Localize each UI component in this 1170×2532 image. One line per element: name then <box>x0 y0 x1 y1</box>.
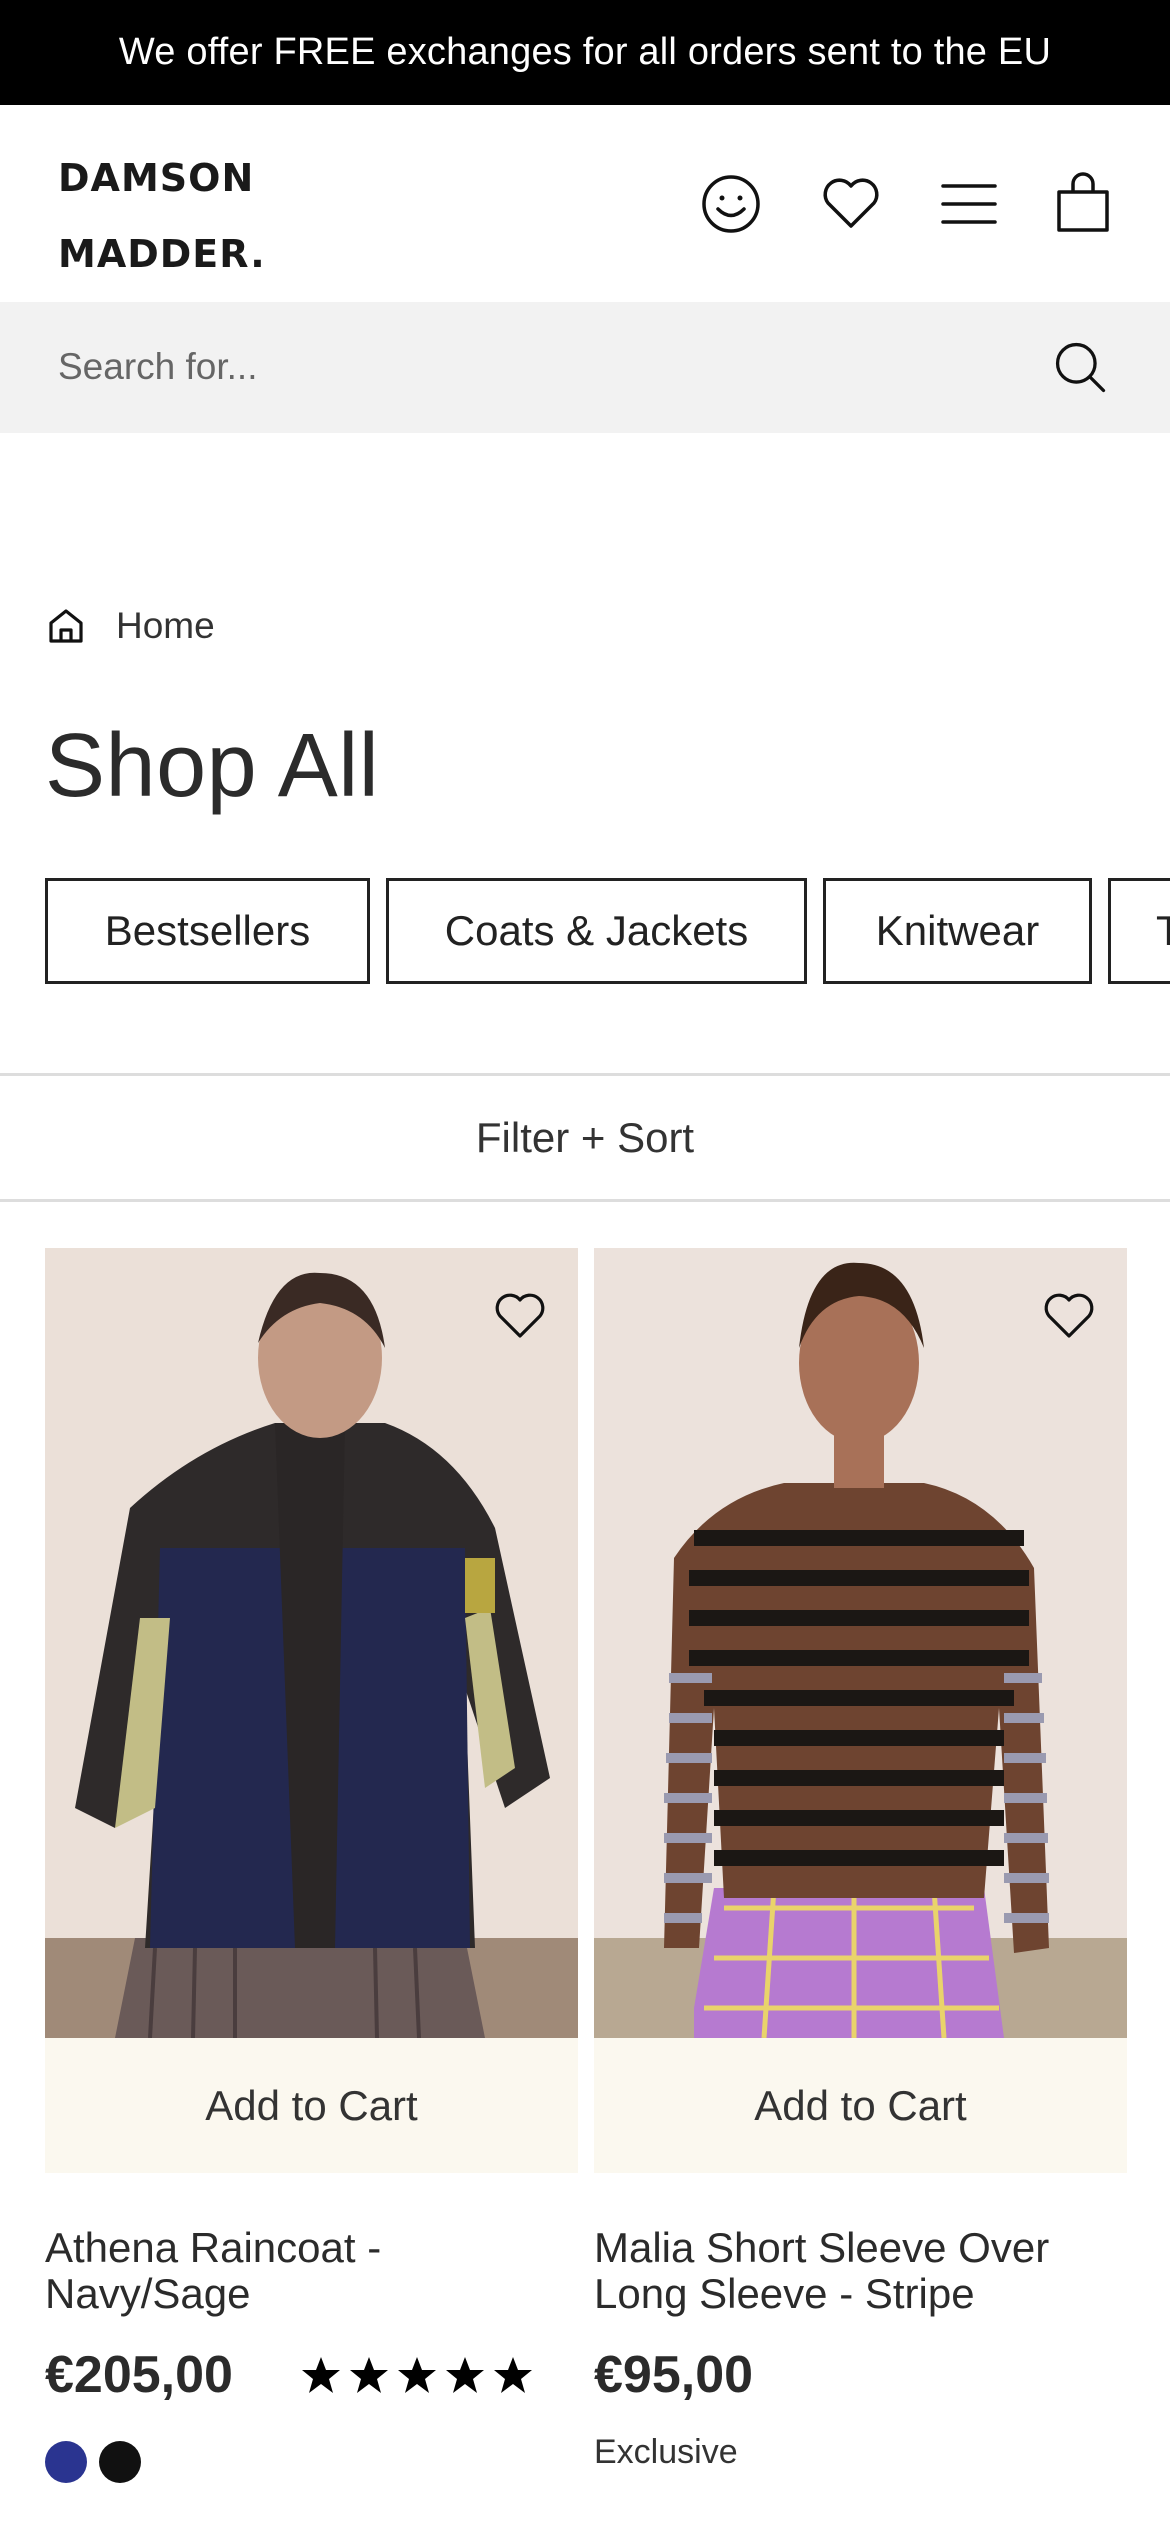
star-icon <box>445 2357 484 2393</box>
category-chip-partial[interactable]: T <box>1108 878 1170 984</box>
color-swatches <box>45 2441 578 2483</box>
rating-stars <box>301 2355 533 2395</box>
add-to-cart-button[interactable]: Add to Cart <box>594 2038 1127 2173</box>
divider <box>0 1199 1170 1202</box>
star-icon <box>349 2357 388 2393</box>
add-to-cart-button[interactable]: Add to Cart <box>45 2038 578 2173</box>
brand-line-2: MADDER. <box>58 232 266 276</box>
product-card: Add to Cart Athena Raincoat - Navy/Sage … <box>45 1248 578 2483</box>
announcement-text: We offer FREE exchanges for all orders s… <box>118 31 1052 73</box>
category-chip-knitwear[interactable]: Knitwear <box>823 878 1092 984</box>
star-icon <box>397 2357 436 2393</box>
brand-logo[interactable]: DAMSON MADDER. <box>58 140 266 292</box>
product-image[interactable] <box>594 1248 1127 2038</box>
product-badge: Exclusive <box>594 2433 738 2471</box>
search-icon[interactable] <box>1045 332 1117 404</box>
category-chips: Bestsellers Coats & Jackets Knitwear T <box>45 878 1170 984</box>
swatch-black[interactable] <box>99 2441 141 2483</box>
account-icon[interactable] <box>695 168 767 240</box>
add-to-cart-label: Add to Cart <box>754 2081 967 2129</box>
brand-line-1: DAMSON <box>58 156 255 200</box>
product-name[interactable]: Athena Raincoat - Navy/Sage <box>45 2225 578 2317</box>
breadcrumb: Home <box>46 596 215 656</box>
announcement-bar: We offer FREE exchanges for all orders s… <box>0 0 1170 105</box>
star-icon <box>493 2357 532 2393</box>
filter-sort-label: Filter + Sort <box>475 1114 695 1161</box>
price-row: €95,00 <box>594 2345 1127 2405</box>
home-icon[interactable] <box>46 606 86 646</box>
add-to-cart-label: Add to Cart <box>205 2081 418 2129</box>
product-price: €205,00 <box>45 2346 233 2404</box>
search-bar <box>0 302 1170 433</box>
star-icon <box>301 2357 340 2393</box>
wishlist-heart-icon[interactable] <box>1041 1288 1097 1344</box>
product-card: Add to Cart Malia Short Sleeve Over Long… <box>594 1248 1127 2472</box>
product-price: €95,00 <box>594 2346 754 2404</box>
bag-icon[interactable] <box>1047 168 1119 240</box>
filter-sort-button[interactable]: Filter + Sort <box>0 1076 1170 1200</box>
site-header: DAMSON MADDER. <box>0 105 1170 302</box>
wishlist-heart-icon[interactable] <box>492 1288 548 1344</box>
category-chip-coats-jackets[interactable]: Coats & Jackets <box>386 878 807 984</box>
menu-icon[interactable] <box>933 168 1005 240</box>
page-title: Shop All <box>45 716 380 816</box>
search-input[interactable] <box>58 332 1008 402</box>
wishlist-heart-icon[interactable] <box>815 168 887 240</box>
product-name[interactable]: Malia Short Sleeve Over Long Sleeve - St… <box>594 2225 1127 2317</box>
product-image[interactable] <box>45 1248 578 2038</box>
swatch-navy[interactable] <box>45 2441 87 2483</box>
category-chip-bestsellers[interactable]: Bestsellers <box>45 878 370 984</box>
breadcrumb-home-link[interactable]: Home <box>116 605 215 647</box>
price-row: €205,00 <box>45 2345 578 2405</box>
